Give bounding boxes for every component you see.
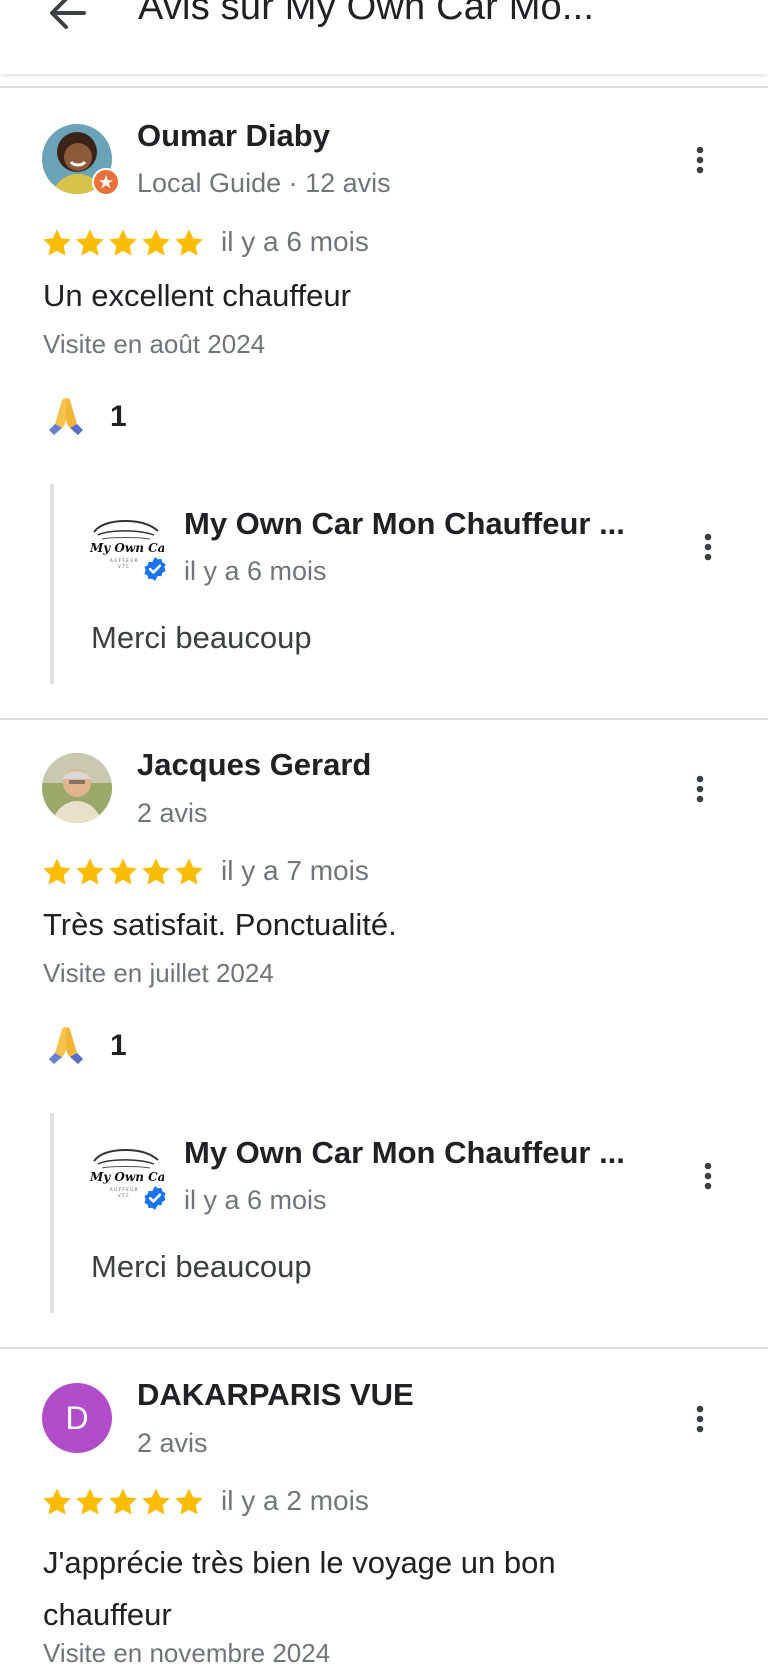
star-rating bbox=[43, 229, 203, 256]
local-guide-badge-icon bbox=[92, 168, 120, 196]
more-options-icon[interactable] bbox=[693, 1154, 723, 1198]
review-date: il y a 6 mois bbox=[221, 226, 369, 257]
praying-hands-icon[interactable] bbox=[44, 1023, 88, 1067]
review-text: J'apprécie très bien le voyage un bon ch… bbox=[43, 1545, 556, 1632]
more-options-icon[interactable] bbox=[685, 767, 715, 811]
verified-badge-icon bbox=[143, 556, 167, 582]
arrow-left-icon[interactable] bbox=[40, 0, 96, 42]
more-options-icon[interactable] bbox=[693, 525, 723, 569]
reply-text: Merci beaucoup bbox=[91, 620, 312, 655]
star-rating bbox=[43, 1488, 203, 1515]
reviewer-meta: 2 avis bbox=[137, 1428, 208, 1458]
visit-date: Visite en août 2024 bbox=[43, 329, 266, 359]
divider bbox=[0, 718, 768, 720]
reply-divider bbox=[50, 1113, 54, 1313]
reply-date: il y a 6 mois bbox=[184, 1185, 327, 1215]
more-options-icon[interactable] bbox=[685, 138, 715, 182]
more-options-icon[interactable] bbox=[685, 1397, 715, 1441]
divider bbox=[0, 86, 768, 88]
reviewer-meta: Local Guide · 12 avis bbox=[137, 168, 391, 198]
reaction-count: 1 bbox=[110, 400, 127, 433]
reply-date: il y a 6 mois bbox=[184, 556, 327, 586]
reply-text: Merci beaucoup bbox=[91, 1249, 312, 1284]
avatar[interactable]: D bbox=[42, 1383, 112, 1453]
visit-date: Visite en juillet 2024 bbox=[43, 958, 274, 988]
praying-hands-icon[interactable] bbox=[44, 394, 88, 438]
verified-badge-icon bbox=[143, 1185, 167, 1211]
reviewer-meta: 2 avis bbox=[137, 798, 208, 828]
reviewer-name[interactable]: Jacques Gerard bbox=[137, 747, 371, 783]
review-date: il y a 7 mois bbox=[221, 855, 369, 886]
avatar[interactable] bbox=[42, 753, 112, 823]
owner-name[interactable]: My Own Car Mon Chauffeur ... bbox=[184, 1135, 625, 1171]
avatar-photo bbox=[42, 753, 112, 823]
reaction-count: 1 bbox=[110, 1029, 127, 1062]
divider bbox=[0, 1347, 768, 1349]
reply-divider bbox=[50, 484, 54, 684]
owner-name[interactable]: My Own Car Mon Chauffeur ... bbox=[184, 506, 625, 542]
star-rating bbox=[43, 858, 203, 885]
review-text: Un excellent chauffeur bbox=[43, 278, 351, 313]
reviewer-name[interactable]: Oumar Diaby bbox=[137, 118, 330, 154]
review-text: Très satisfait. Ponctualité. bbox=[43, 907, 397, 942]
reviewer-name[interactable]: DAKARPARIS VUE bbox=[137, 1377, 414, 1413]
page-title: Avis sur My Own Car Mo... bbox=[138, 0, 595, 28]
review-date: il y a 2 mois bbox=[221, 1485, 369, 1516]
app-bar: Avis sur My Own Car Mo... bbox=[0, 0, 768, 74]
